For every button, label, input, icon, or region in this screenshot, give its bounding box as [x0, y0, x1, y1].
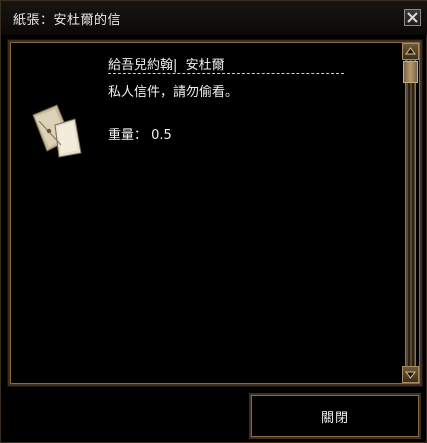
item-weight: 重量： 0.5	[108, 124, 172, 143]
folded-letter-icon	[27, 101, 87, 161]
scroll-track[interactable]	[405, 60, 416, 366]
text-divider	[108, 73, 344, 74]
window-title: 紙張：安杜爾的信	[13, 13, 122, 28]
close-icon[interactable]	[404, 9, 421, 26]
weight-value: 0.5	[151, 128, 172, 143]
scroll-down-arrow-icon[interactable]	[402, 366, 419, 383]
title-bar[interactable]: 紙張：安杜爾的信	[1, 1, 427, 35]
scroll-up-arrow-icon[interactable]	[402, 43, 419, 60]
close-button[interactable]: 關閉	[249, 393, 421, 439]
vertical-scrollbar[interactable]	[402, 43, 419, 383]
close-button-label: 關閉	[320, 410, 349, 426]
scroll-thumb[interactable]	[403, 61, 418, 83]
weight-label: 重量：	[108, 128, 148, 143]
letter-recipient: 給吾兒約翰| 安杜爾	[108, 58, 225, 73]
item-info-window: 紙張：安杜爾的信 給吾兒約翰| 安杜爾 私人信件，請勿偷看。 重量： 0.5 關…	[0, 0, 427, 443]
letter-description: 私人信件，請勿偷看。	[108, 85, 239, 100]
